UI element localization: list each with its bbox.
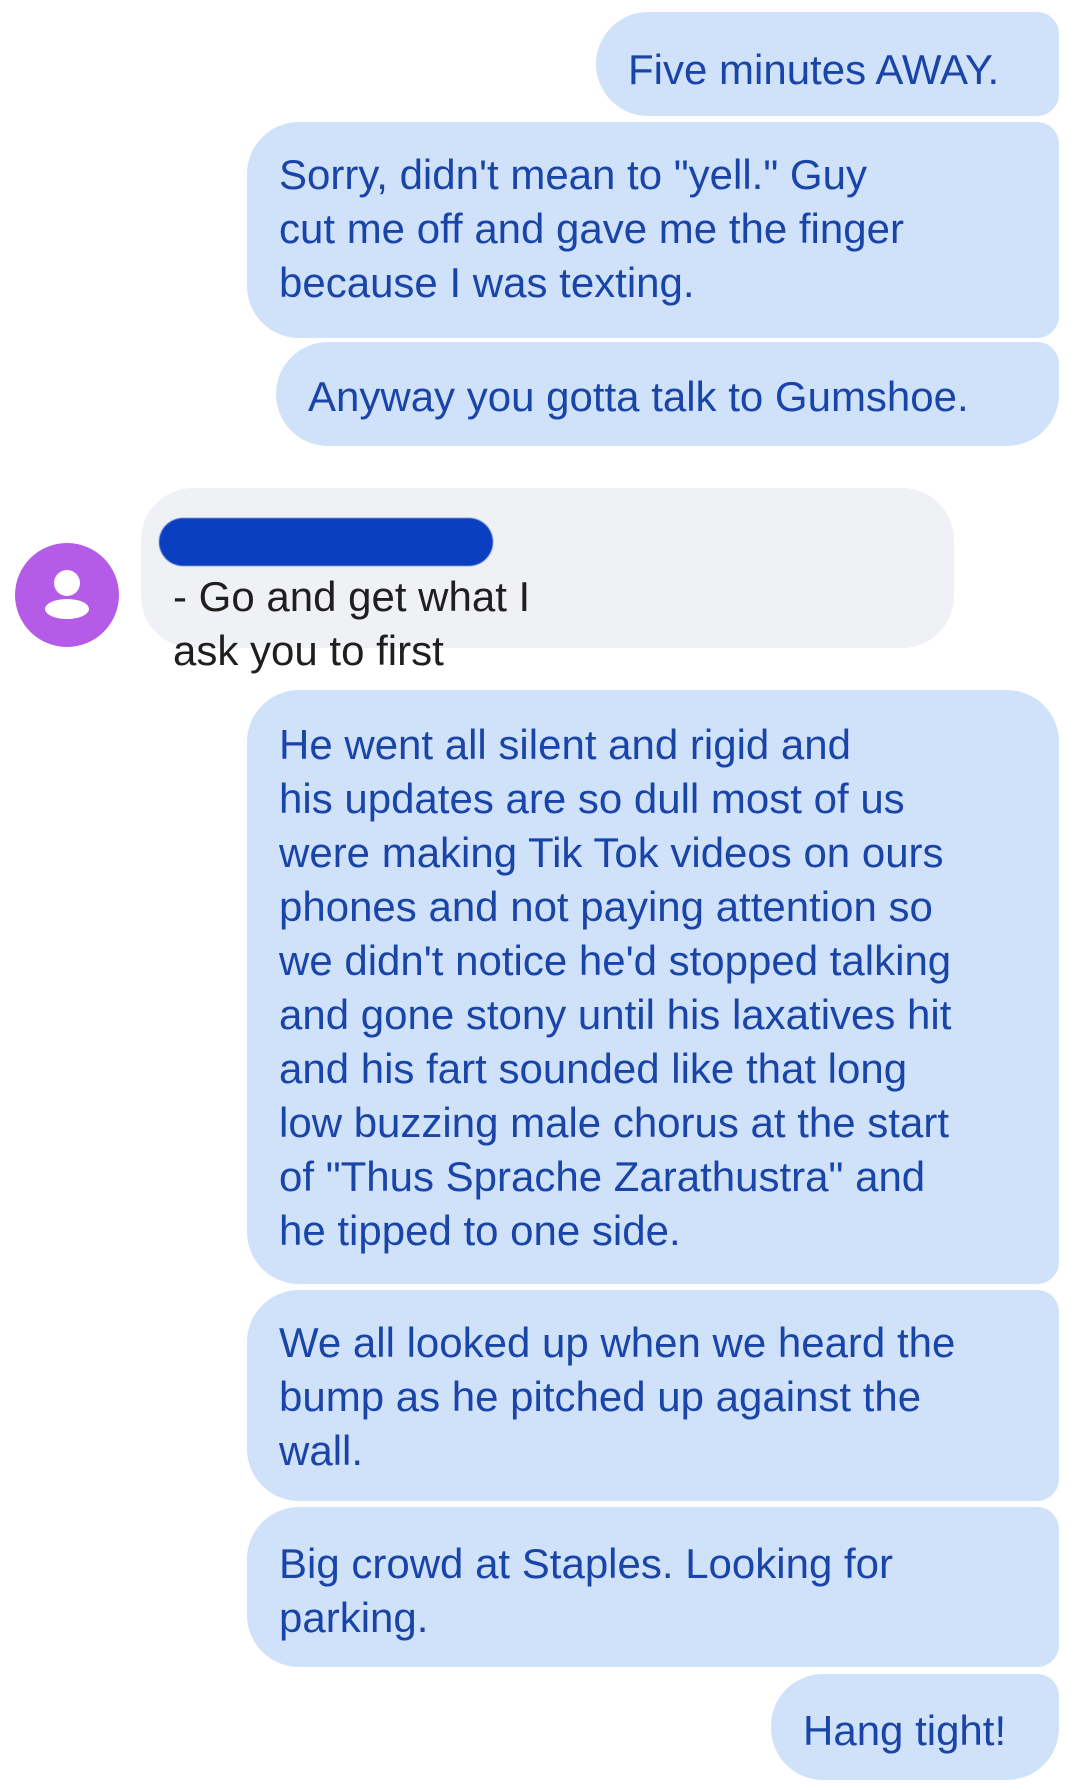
sent-message[interactable]: Sorry, didn't mean to "yell." Guy cut me… xyxy=(247,122,1059,338)
person-icon xyxy=(45,570,89,619)
sent-message[interactable]: Hang tight! xyxy=(771,1674,1059,1780)
sent-message[interactable]: Five minutes AWAY. xyxy=(596,12,1059,116)
sent-message[interactable]: We all looked up when we heard the bump … xyxy=(247,1290,1059,1501)
sent-message[interactable]: Big crowd at Staples. Looking for parkin… xyxy=(247,1507,1059,1667)
sent-message[interactable]: Anyway you gotta talk to Gumshoe. xyxy=(276,342,1059,446)
contact-avatar[interactable] xyxy=(15,543,119,647)
redaction-scribble xyxy=(159,518,493,566)
received-message-text: - Go and get what I ask you to first xyxy=(173,573,531,674)
sent-message[interactable]: He went all silent and rigid and his upd… xyxy=(247,690,1059,1284)
received-message[interactable]: - Go and get what I ask you to first xyxy=(141,488,954,674)
